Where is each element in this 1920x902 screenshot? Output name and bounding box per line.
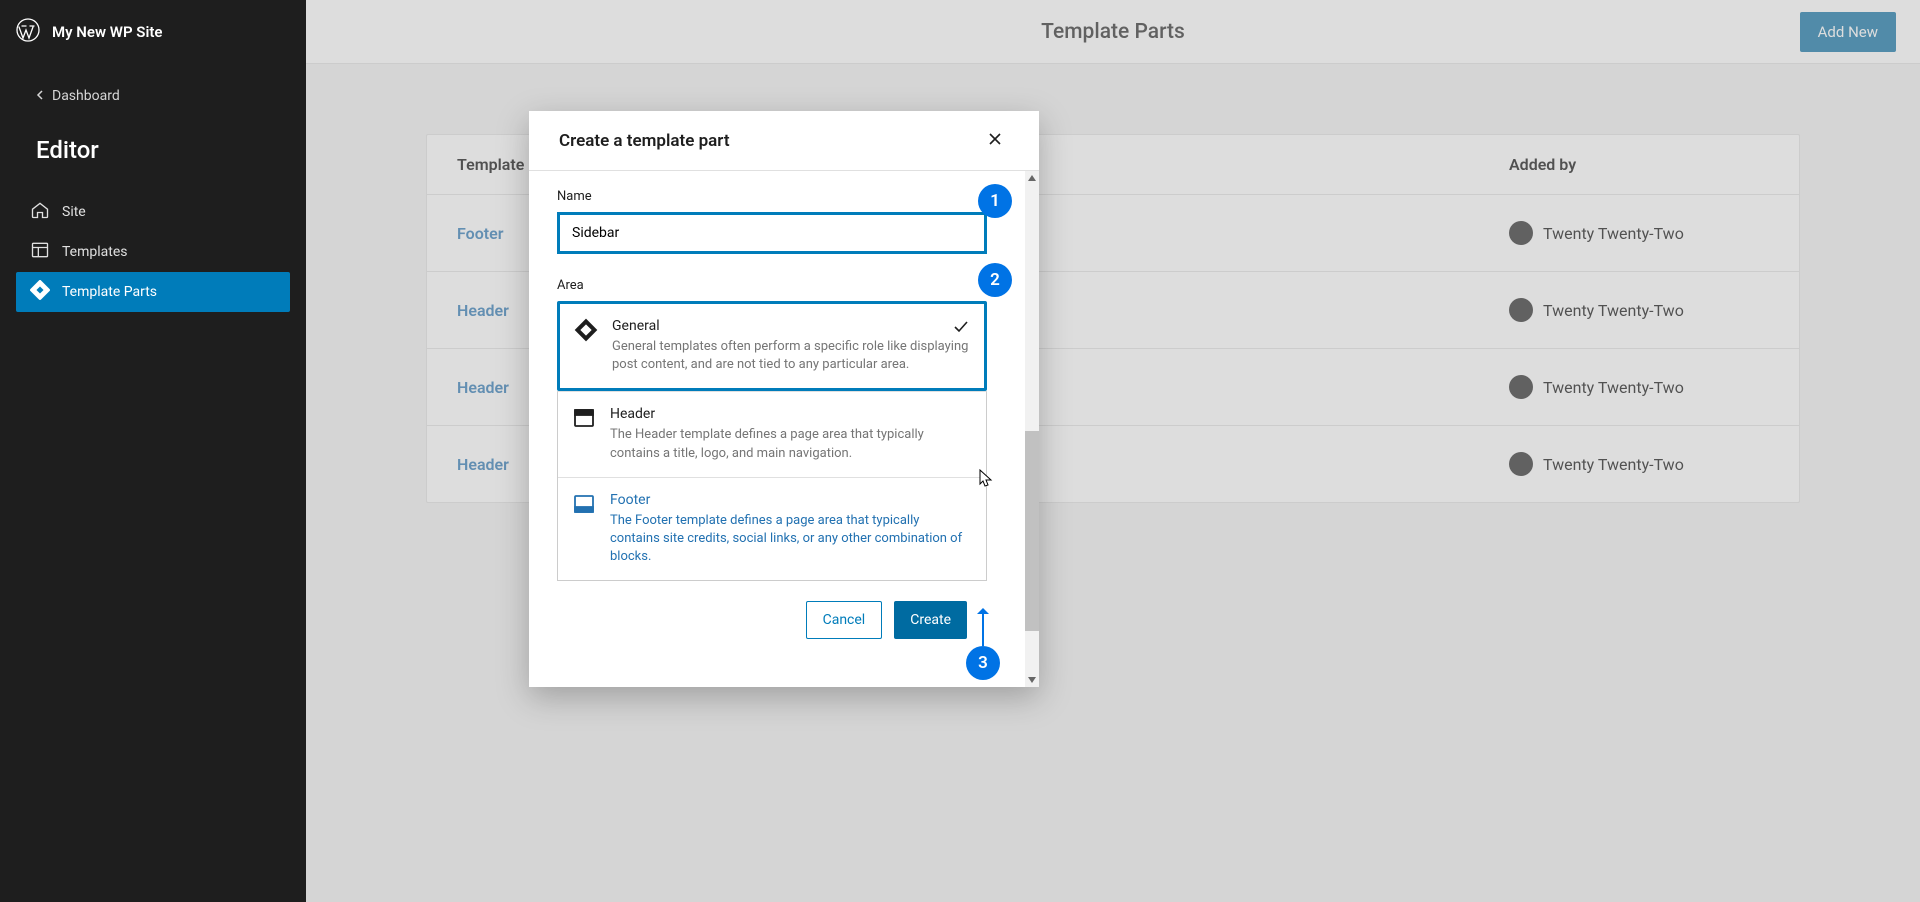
template-part-icon: [30, 280, 50, 304]
nav-item-label: Templates: [62, 244, 128, 260]
nav-heading: Editor: [0, 120, 306, 184]
modal-scrollbar[interactable]: [1025, 171, 1039, 687]
check-icon: [952, 318, 970, 340]
home-icon: [30, 200, 50, 224]
area-title: Header: [610, 406, 972, 422]
nav-item-label: Template Parts: [62, 284, 157, 300]
footer-icon: [572, 492, 596, 567]
create-template-part-modal: Create a template part Name Area General: [529, 111, 1039, 687]
name-label: Name: [557, 189, 1011, 204]
nav-item-site[interactable]: Site: [16, 192, 290, 232]
site-name[interactable]: My New WP Site: [52, 23, 162, 41]
close-button[interactable]: [981, 127, 1009, 155]
nav-item-template-parts[interactable]: Template Parts: [16, 272, 290, 312]
name-input[interactable]: [557, 212, 987, 254]
area-title: Footer: [610, 492, 972, 508]
back-label: Dashboard: [52, 88, 120, 104]
annotation-badge-3: 3: [966, 646, 1000, 680]
back-to-dashboard[interactable]: Dashboard: [0, 64, 306, 120]
area-label: Area: [557, 278, 1011, 293]
annotation-arrow: [982, 610, 984, 646]
area-desc: The Header template defines a page area …: [610, 426, 972, 462]
header-icon: [572, 406, 596, 462]
cancel-button[interactable]: Cancel: [806, 601, 883, 639]
modal-body: Name Area General General templates ofte…: [529, 171, 1039, 687]
modal-title: Create a template part: [559, 131, 730, 151]
area-option-general[interactable]: General General templates often perform …: [560, 304, 984, 388]
area-title: General: [612, 318, 970, 334]
site-editor-nav: My New WP Site Dashboard Editor Site Tem…: [0, 0, 306, 902]
area-option-footer[interactable]: Footer The Footer template defines a pag…: [558, 478, 986, 581]
area-desc: The Footer template defines a page area …: [610, 512, 972, 567]
close-icon: [987, 131, 1003, 151]
area-option-header[interactable]: Header The Header template defines a pag…: [558, 392, 986, 477]
annotation-badge-1: 1: [978, 184, 1012, 218]
nav-list: Site Templates Template Parts: [0, 184, 306, 320]
annotation-badge-2: 2: [978, 263, 1012, 297]
nav-top: My New WP Site: [0, 0, 306, 64]
create-button[interactable]: Create: [894, 601, 967, 639]
area-options: General General templates often perform …: [557, 301, 987, 581]
general-icon: [574, 318, 598, 374]
area-desc: General templates often perform a specif…: [612, 338, 970, 374]
chevron-left-icon: [36, 88, 46, 104]
nav-item-templates[interactable]: Templates: [16, 232, 290, 272]
wordpress-logo-icon[interactable]: [16, 18, 40, 46]
nav-item-label: Site: [62, 204, 86, 220]
modal-footer: Cancel Create: [557, 581, 1011, 663]
layout-icon: [30, 240, 50, 264]
modal-header: Create a template part: [529, 111, 1039, 171]
